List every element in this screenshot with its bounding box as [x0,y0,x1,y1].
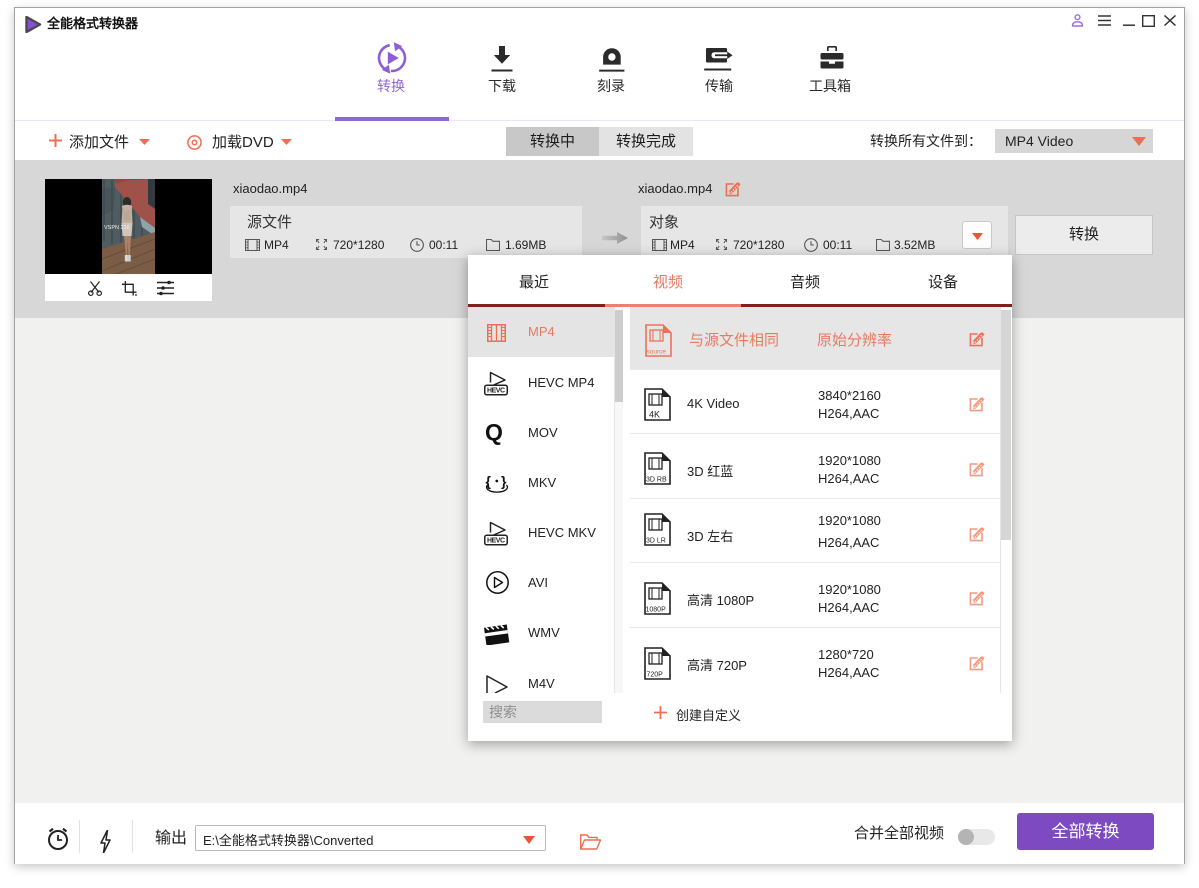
svg-text:720P: 720P [647,672,664,679]
svg-text:HEVC: HEVC [487,388,505,395]
svg-text:}: } [501,473,507,489]
svg-text:{: { [486,473,492,489]
svg-text:3D RB: 3D RB [646,477,667,484]
svg-text:4K: 4K [649,410,660,420]
svg-text:VSPN 216: VSPN 216 [104,225,130,231]
svg-text:3D LR: 3D LR [646,538,666,545]
svg-text:source: source [647,349,667,356]
svg-text:HEVC: HEVC [487,538,505,545]
svg-text:1080P: 1080P [646,607,667,614]
